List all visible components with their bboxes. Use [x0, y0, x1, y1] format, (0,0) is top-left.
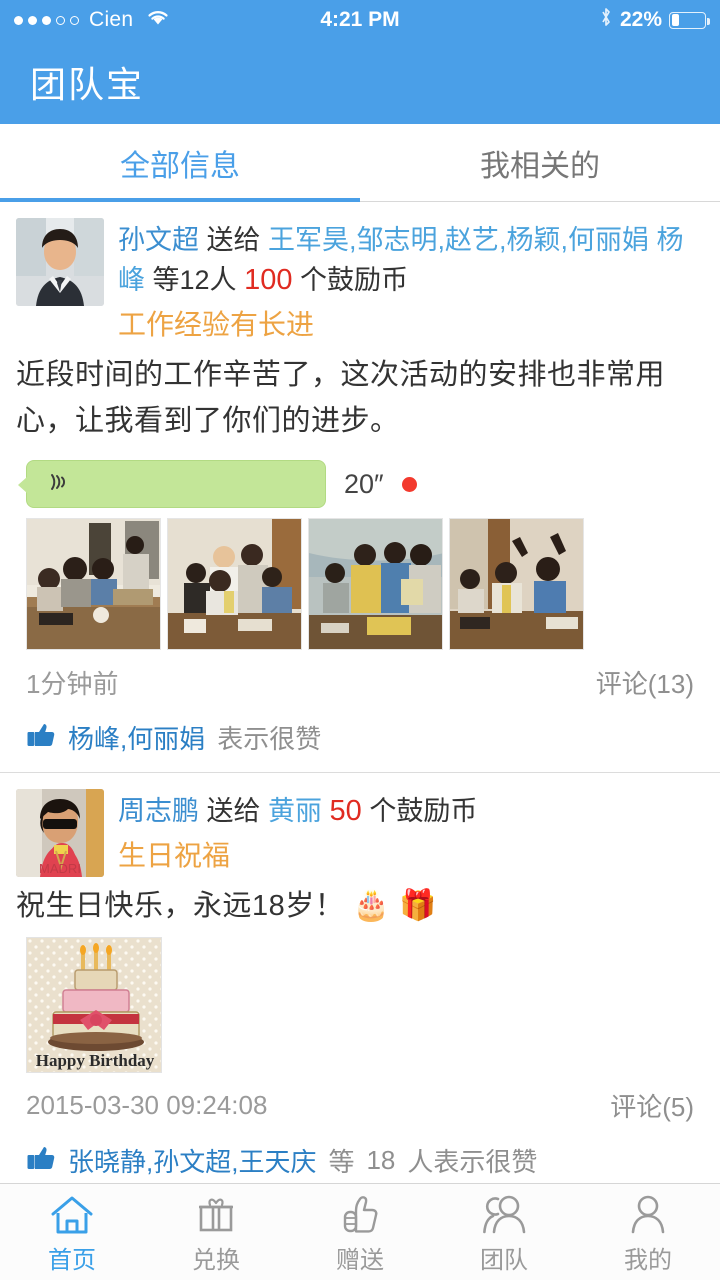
- post-like-names[interactable]: 杨峰,何丽娟: [68, 719, 205, 756]
- tabbar-item-team[interactable]: 团队: [432, 1184, 576, 1280]
- bottom-tab-bar: 首页 兑换 赠送 团队 我的: [0, 1183, 720, 1280]
- post-like-count: 18: [366, 1145, 396, 1175]
- post-amount: 50: [329, 795, 362, 827]
- post-others-count: 等12人: [152, 265, 237, 295]
- post-photo-thumbnail[interactable]: [167, 518, 302, 650]
- tabbar-item-home[interactable]: 首页: [0, 1184, 144, 1280]
- person-icon: [627, 1190, 669, 1236]
- post-photo-thumbnail[interactable]: [449, 518, 584, 650]
- post-like-mid: 等: [328, 1147, 355, 1177]
- feed-list: 孙文超 送给 王军昊,邹志明,赵艺,杨颖,何丽娟 杨峰 等12人 100 个鼓励…: [0, 202, 720, 1195]
- post-recipients[interactable]: 黄丽: [268, 796, 322, 826]
- post-summary: 周志鹏 送给 黄丽 50 个鼓励币 生日祝福: [118, 789, 704, 879]
- status-bar-left: Cien: [14, 7, 171, 33]
- post-amount: 100: [244, 264, 293, 296]
- voice-unread-dot: [401, 476, 417, 492]
- post-sender-name[interactable]: 孙文超: [118, 225, 199, 255]
- post-subject: 工作经验有长进: [118, 309, 315, 340]
- thumbs-up-icon[interactable]: [26, 1143, 56, 1178]
- post-photo-thumbnail[interactable]: [308, 518, 443, 650]
- post-like-names[interactable]: 张晓静,孙文超,王天庆: [68, 1142, 316, 1179]
- tab-related-to-me-label: 我相关的: [480, 149, 600, 183]
- people-icon: [480, 1190, 528, 1236]
- post-body: 祝生日快乐，永远18岁！: [16, 890, 345, 922]
- post-body: 近段时间的工作辛苦了，这次活动的安排也非常用心，让我看到了你们的进步。: [16, 359, 666, 437]
- signal-strength-icon: [14, 15, 79, 25]
- avatar[interactable]: [16, 218, 104, 306]
- feed-post[interactable]: 孙文超 送给 王军昊,邹志明,赵艺,杨颖,何丽娟 杨峰 等12人 100 个鼓励…: [0, 202, 720, 772]
- svg-text:MADRI: MADRI: [39, 861, 81, 876]
- birthday-cake-emoji: 🎂: [352, 889, 391, 922]
- voice-message[interactable]: 20″: [18, 460, 704, 508]
- battery-percent-label: 22%: [619, 8, 662, 31]
- bluetooth-icon: [599, 6, 613, 34]
- avatar[interactable]: MADRI: [16, 789, 104, 877]
- tabbar-item-mine-label: 我的: [624, 1246, 672, 1274]
- status-bar-right: 22%: [599, 6, 710, 34]
- post-comment-count[interactable]: 评论(13): [596, 664, 694, 701]
- thumbs-up-icon[interactable]: [26, 720, 56, 755]
- post-amount-unit: 个鼓励币: [369, 796, 478, 826]
- post-photo-thumbnail[interactable]: [26, 518, 161, 650]
- voice-duration: 20″: [344, 468, 384, 499]
- post-meta: 1分钟前 评论(13): [26, 664, 694, 701]
- post-action-label: 送给: [206, 225, 261, 255]
- post-comment-count[interactable]: 评论(5): [610, 1087, 694, 1124]
- feed-post[interactable]: MADRI 周志鹏 送给 黄丽 50 个鼓励币 生日祝福 祝生日快乐，永远18岁…: [0, 772, 720, 1195]
- tab-all-messages-label: 全部信息: [120, 149, 240, 183]
- post-amount-unit: 个鼓励币: [299, 265, 408, 295]
- image-caption: Happy Birthday: [36, 1051, 155, 1070]
- post-image[interactable]: Happy Birthday: [26, 937, 162, 1073]
- wifi-icon: [145, 7, 171, 33]
- post-timestamp: 2015-03-30 09:24:08: [26, 1090, 268, 1120]
- battery-icon: [669, 11, 710, 29]
- post-likes: 杨峰,何丽娟 表示很赞: [26, 719, 694, 756]
- gift-icon: [194, 1190, 238, 1236]
- tabbar-item-mine[interactable]: 我的: [576, 1184, 720, 1280]
- tabbar-item-home-label: 首页: [48, 1246, 96, 1274]
- post-sender-name[interactable]: 周志鹏: [118, 796, 199, 826]
- carrier-label: Cien: [89, 8, 134, 31]
- post-summary-line: 周志鹏 送给 黄丽 50 个鼓励币: [118, 791, 704, 831]
- home-icon: [49, 1190, 95, 1236]
- post-meta: 2015-03-30 09:24:08 评论(5): [26, 1087, 694, 1124]
- post-header: MADRI 周志鹏 送给 黄丽 50 个鼓励币 生日祝福: [16, 789, 704, 879]
- nav-bar: 团队宝: [0, 40, 720, 124]
- voice-bubble[interactable]: [18, 460, 326, 508]
- tab-all-messages[interactable]: 全部信息: [0, 124, 360, 202]
- tab-related-to-me[interactable]: 我相关的: [360, 124, 720, 201]
- post-summary-line: 孙文超 送给 王军昊,邹志明,赵艺,杨颖,何丽娟 杨峰 等12人 100 个鼓励…: [118, 220, 704, 300]
- post-summary: 孙文超 送给 王军昊,邹志明,赵艺,杨颖,何丽娟 杨峰 等12人 100 个鼓励…: [118, 218, 704, 348]
- app-root: Cien 4:21 PM 22% 团队宝 全部信息 我相关的 孙文超 送给 王军…: [0, 0, 720, 1280]
- tabbar-item-exchange[interactable]: 兑换: [144, 1184, 288, 1280]
- tabbar-item-give[interactable]: 赠送: [288, 1184, 432, 1280]
- post-header: 孙文超 送给 王军昊,邹志明,赵艺,杨颖,何丽娟 杨峰 等12人 100 个鼓励…: [16, 218, 704, 348]
- status-bar: Cien 4:21 PM 22%: [0, 0, 720, 40]
- page-title: 团队宝: [30, 64, 145, 105]
- thumbs-up-icon: [340, 1190, 380, 1236]
- tab-strip: 全部信息 我相关的: [0, 124, 720, 202]
- tabbar-item-team-label: 团队: [480, 1246, 528, 1274]
- gift-emoji: 🎁: [399, 889, 438, 922]
- post-subject: 生日祝福: [118, 840, 231, 871]
- post-action-label: 送给: [206, 796, 261, 826]
- post-body-row: 祝生日快乐，永远18岁！ 🎂 🎁: [16, 883, 704, 929]
- sound-wave-icon: [45, 469, 71, 500]
- tabbar-item-give-label: 赠送: [336, 1246, 384, 1274]
- post-likes: 张晓静,孙文超,王天庆 等 18 人表示很赞: [26, 1142, 694, 1179]
- post-timestamp: 1分钟前: [26, 669, 119, 699]
- post-photo-grid: [26, 518, 704, 650]
- post-like-suffix: 表示很赞: [217, 724, 322, 754]
- post-like-suffix: 人表示很赞: [407, 1147, 538, 1177]
- tabbar-item-exchange-label: 兑换: [192, 1246, 240, 1274]
